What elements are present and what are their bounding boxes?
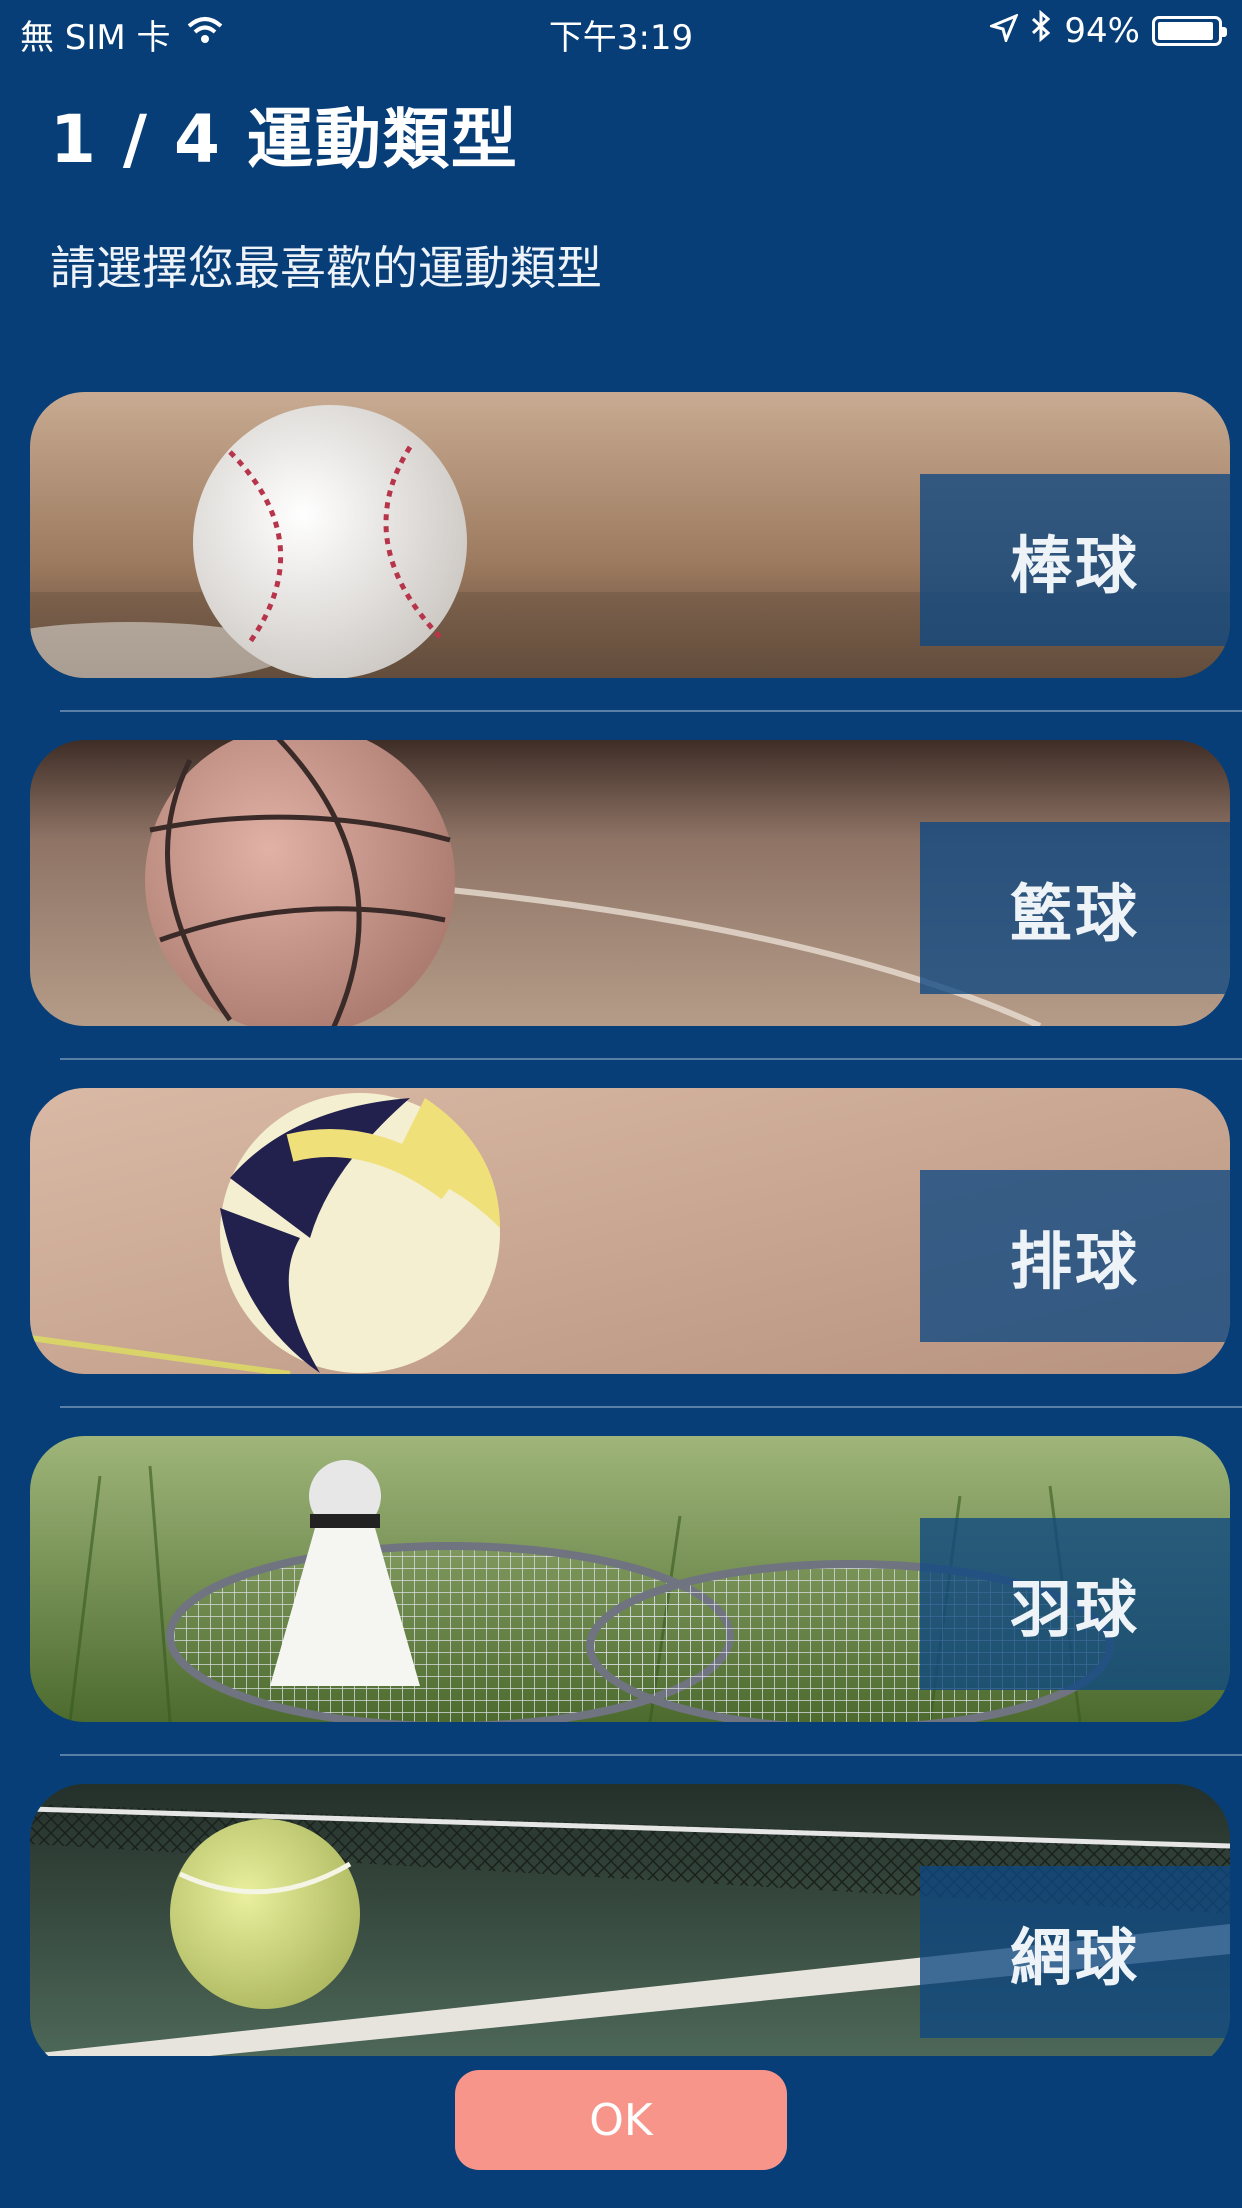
sport-card-badminton[interactable]: 羽球: [30, 1436, 1230, 1722]
sport-card-baseball[interactable]: 棒球: [30, 392, 1230, 678]
sport-card-basketball[interactable]: 籃球: [30, 740, 1230, 1026]
sport-label-volleyball: 排球: [920, 1170, 1230, 1342]
status-bar: 無 SIM 卡 下午3:19 94%: [0, 0, 1242, 62]
sport-card-tennis[interactable]: 網球: [30, 1784, 1230, 2056]
divider: [60, 1406, 1242, 1408]
battery-icon: [1152, 15, 1227, 46]
sport-label-baseball: 棒球: [920, 474, 1230, 646]
page-title: 1 / 4 運動類型: [50, 101, 519, 178]
sport-card-volleyball[interactable]: 排球: [30, 1088, 1230, 1374]
sports-list[interactable]: 棒球 籃球 排球 羽球 網球: [0, 392, 1242, 2056]
sport-label-badminton: 羽球: [920, 1518, 1230, 1690]
sport-label-basketball: 籃球: [920, 822, 1230, 994]
page-subtitle: 請選擇您最喜歡的運動類型: [50, 241, 602, 295]
battery-fill: [1158, 21, 1213, 40]
battery-percent: 94%: [1064, 10, 1140, 51]
sport-label-tennis: 網球: [920, 1866, 1230, 2038]
divider: [60, 1058, 1242, 1060]
location-arrow-icon: [987, 11, 1020, 51]
divider: [60, 710, 1242, 712]
ok-button[interactable]: OK: [455, 2070, 787, 2170]
divider: [60, 1754, 1242, 1756]
bluetooth-icon: [1030, 9, 1052, 51]
